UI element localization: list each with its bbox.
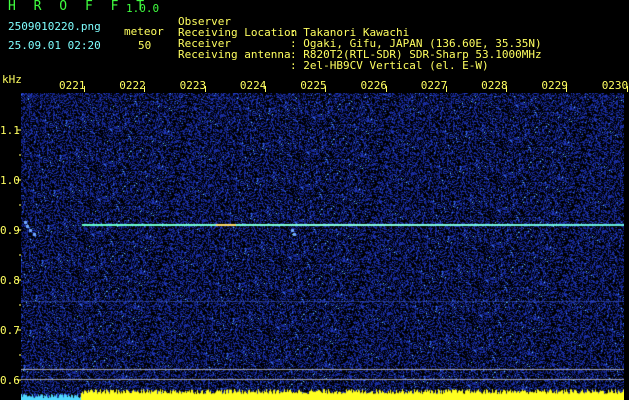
time-tick-mark	[385, 86, 387, 92]
spectrogram-canvas	[21, 93, 624, 400]
freq-tick-label: 0.8	[0, 274, 20, 287]
time-tick-label: 0226	[360, 79, 388, 92]
freq-tick-label: 0.7	[0, 324, 20, 337]
antenna-value: : 2el-HB9CV Vertical (el. E-W)	[290, 59, 489, 72]
time-tick-label: 0230	[601, 79, 629, 92]
time-tick-label: 0221	[59, 79, 86, 92]
time-tick-mark	[204, 86, 206, 92]
time-tick-label: 0227	[420, 79, 448, 92]
time-tick-mark	[84, 86, 85, 92]
meteor-count: 50	[138, 39, 152, 52]
location-row: Receiving Location : Ogaki, Gifu, JAPAN …	[178, 16, 542, 49]
time-tick-mark	[325, 86, 327, 92]
time-tick-label: 0223	[179, 79, 207, 92]
time-tick-mark	[264, 86, 266, 92]
freq-tick-label: 0.6	[0, 374, 20, 387]
time-tick-label: 0224	[239, 79, 267, 92]
time-tick-label: 0229	[541, 79, 568, 92]
time-tick-mark	[445, 86, 447, 92]
time-tick-mark	[566, 86, 568, 92]
time-tick-label: 0222	[119, 79, 146, 92]
antenna-label: Receiving antenna	[178, 48, 291, 61]
frequency-axis: 1.1 1.0 0.9 0.8 0.7 0.6	[0, 124, 22, 387]
freq-tick-label: 1.1	[0, 124, 20, 137]
detection-mode: meteor	[124, 25, 164, 38]
station-info: Observer : Takanori Kawachi Receiving Lo…	[178, 5, 542, 71]
time-tick-label: 0225	[300, 79, 327, 92]
freq-tick-label: 0.9	[0, 224, 20, 237]
receiver-row: Receiver : R820T2(RTL-SDR) SDR-Sharp 53.…	[178, 27, 542, 60]
time-axis: 0221 0222 0223 0224 0225 0226 0227 0228 0229 0230	[0, 80, 629, 92]
app-version: 1.0.0	[126, 2, 160, 15]
observer-row: Observer : Takanori Kawachi	[178, 5, 409, 38]
time-tick-mark	[626, 86, 628, 92]
antenna-row: Receiving antenna : 2el-HB9CV Vertical (…	[178, 38, 489, 71]
time-tick-mark	[506, 86, 508, 92]
time-tick-mark	[144, 86, 146, 92]
freq-tick-label: 1.0	[0, 174, 20, 187]
time-tick-label: 0228	[481, 79, 508, 92]
